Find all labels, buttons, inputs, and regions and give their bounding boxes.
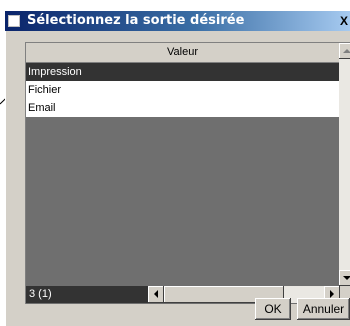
title-bar[interactable]: Sélectionnez la sortie désirée X [5,11,350,31]
list-item-impression[interactable]: Impression [26,63,339,81]
scroll-up-button[interactable] [339,43,350,59]
arrow-up-icon [343,49,350,53]
scroll-down-button[interactable] [339,270,350,286]
cancel-button[interactable]: Annuler [297,298,350,320]
close-icon[interactable]: X [340,13,350,29]
list-item-fichier[interactable]: Fichier [26,81,339,99]
ok-button[interactable]: OK [255,298,291,320]
arrow-down-icon [343,276,350,280]
record-count: 3 (1) [26,286,148,303]
vertical-scrollbar[interactable] [339,43,350,294]
arrow-left-icon [154,290,158,298]
arrow-right-icon [330,290,334,298]
column-header-valeur[interactable]: Valeur [26,43,339,63]
values-grid: Valeur Impression Fichier Email 3 (1) [25,42,350,304]
dialog-title: Sélectionnez la sortie désirée [27,13,245,28]
output-selection-dialog: Sélectionnez la sortie désirée X Valeur … [5,11,350,326]
window-icon[interactable] [8,15,20,27]
list-item-email[interactable]: Email [26,99,339,117]
scroll-left-button[interactable] [148,286,164,303]
